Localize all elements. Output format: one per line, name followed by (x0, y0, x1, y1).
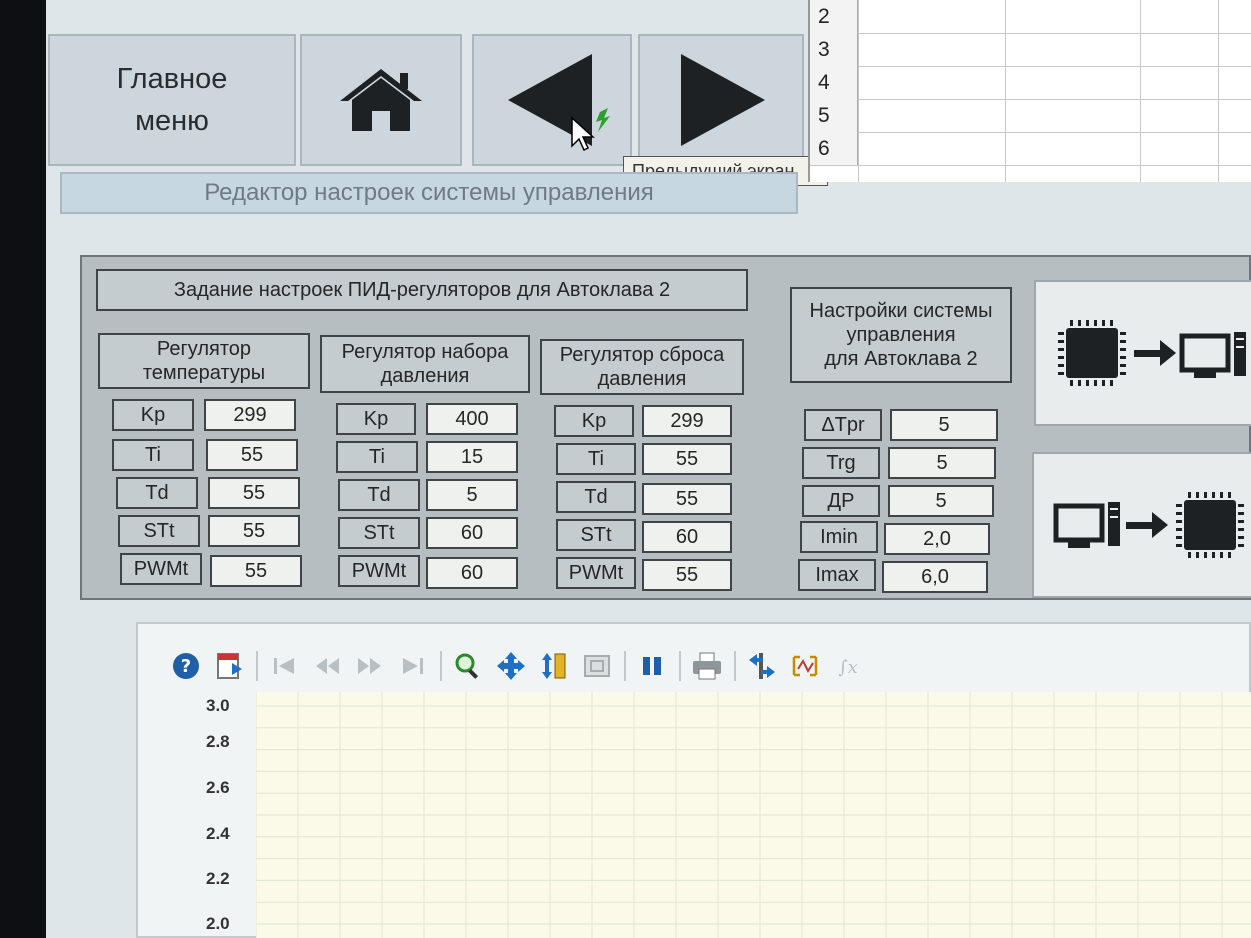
row-number: 4 (810, 66, 858, 99)
param-label: Kp (112, 399, 194, 431)
trend-chart: ? ∫x 3.0 2.8 2.6 2.4 2.2 2.0 (136, 622, 1251, 938)
zoom-icon[interactable] (450, 648, 486, 684)
temperature-regulator-header: Регулятор температуры (98, 333, 310, 389)
y-tick-label: 2.6 (206, 778, 230, 797)
imin-field[interactable]: 2,0 (884, 523, 990, 555)
y-tick-label: 2.2 (206, 869, 230, 888)
param-label: Td (116, 477, 198, 509)
trg-field[interactable]: 5 (888, 447, 996, 479)
chart-grid (255, 692, 1251, 938)
param-label: Ti (336, 441, 418, 473)
main-menu-button[interactable]: Главное меню (48, 34, 296, 166)
imax-field[interactable]: 6,0 (882, 561, 988, 593)
vertical-scale-icon[interactable] (536, 648, 572, 684)
home-button[interactable] (300, 34, 462, 166)
param-label: Td (556, 481, 636, 513)
pressure-set-regulator-header: Регулятор набора давления (320, 335, 530, 393)
system-settings-header: Настройки системы управления для Автокла… (790, 287, 1012, 383)
y-tick-label: 2.0 (206, 914, 230, 933)
next-screen-button[interactable] (638, 34, 804, 166)
param-label: Imin (800, 521, 878, 553)
controller-to-pc-icon (1058, 320, 1246, 386)
cursor-icon (571, 108, 610, 152)
delta-tpr-field[interactable]: 5 (890, 409, 998, 441)
last-icon[interactable] (395, 648, 431, 684)
formula-icon[interactable]: ∫x (830, 648, 866, 684)
param-label: Ti (112, 439, 194, 471)
pressure-release-regulator-header: Регулятор сброса давления (540, 339, 744, 395)
pressure-release-stt-field[interactable]: 60 (642, 521, 732, 553)
pressure-set-pwmt-field[interactable]: 60 (426, 557, 518, 589)
temperature-pwmt-field[interactable]: 55 (210, 555, 302, 587)
print-icon[interactable] (689, 648, 725, 684)
svg-text:∫x: ∫x (838, 657, 858, 678)
param-label: Kp (554, 405, 634, 437)
fit-icon[interactable] (579, 648, 615, 684)
param-label: ДP (802, 485, 880, 517)
temperature-stt-field[interactable]: 55 (208, 515, 300, 547)
temperature-kp-field[interactable]: 299 (204, 399, 296, 431)
sheet-row[interactable]: 4 (810, 66, 1251, 100)
svg-text:?: ? (181, 656, 191, 677)
param-label: STt (338, 517, 420, 549)
sheet-row[interactable]: 3 (810, 33, 1251, 67)
param-label: Imax (798, 559, 876, 591)
pressure-set-kp-field[interactable]: 400 (426, 403, 518, 435)
param-label: PWMt (338, 555, 420, 587)
swap-icon[interactable] (744, 648, 780, 684)
cursor-icon[interactable] (787, 648, 823, 684)
param-label: Kp (336, 403, 416, 435)
pressure-set-td-field[interactable]: 5 (426, 479, 518, 511)
param-label: STt (118, 515, 200, 547)
first-icon[interactable] (266, 648, 302, 684)
pressure-set-ti-field[interactable]: 15 (426, 441, 518, 473)
read-from-controller-button[interactable] (1034, 280, 1251, 426)
pid-title: Задание настроек ПИД-регуляторов для Авт… (96, 269, 748, 311)
home-icon (340, 69, 422, 131)
pressure-release-td-field[interactable]: 55 (642, 483, 732, 515)
pressure-release-pwmt-field[interactable]: 55 (642, 559, 732, 591)
pressure-set-stt-field[interactable]: 60 (426, 517, 518, 549)
scada-screen: Главное меню Предыдущий экран 2 3 4 5 6 … (46, 0, 1251, 938)
pause-icon[interactable] (634, 648, 670, 684)
param-label: ΔTpr (804, 409, 882, 441)
param-label: Ti (556, 443, 636, 475)
pressure-release-ti-field[interactable]: 55 (642, 443, 732, 475)
param-label: PWMt (556, 557, 636, 589)
temperature-td-field[interactable]: 55 (208, 477, 300, 509)
y-tick-label: 2.4 (206, 824, 230, 843)
plot-area[interactable] (255, 692, 1251, 938)
spreadsheet: 2 3 4 5 6 (808, 0, 1251, 182)
pan-icon[interactable] (493, 648, 529, 684)
help-icon[interactable]: ? (168, 648, 204, 684)
row-number: 6 (810, 132, 858, 165)
export-icon[interactable] (211, 648, 247, 684)
triangle-right-icon (681, 54, 765, 146)
main-menu-label: Главное меню (116, 63, 228, 137)
param-label: PWMt (120, 553, 202, 585)
sheet-row[interactable]: 2 (810, 0, 1251, 34)
forward-icon[interactable] (352, 648, 388, 684)
param-label: Trg (802, 447, 880, 479)
dp-field[interactable]: 5 (888, 485, 994, 517)
param-label: Td (338, 479, 420, 511)
y-tick-label: 2.8 (206, 732, 230, 751)
editor-title: Редактор настроек системы управления (60, 172, 798, 214)
write-to-controller-button[interactable] (1032, 452, 1251, 598)
rewind-icon[interactable] (309, 648, 345, 684)
row-number: 2 (810, 0, 858, 33)
y-tick-label: 3.0 (206, 696, 230, 715)
chart-toolbar: ? ∫x (138, 642, 1251, 690)
pressure-release-kp-field[interactable]: 299 (642, 405, 732, 437)
param-label: STt (556, 519, 636, 551)
temperature-ti-field[interactable]: 55 (206, 439, 298, 471)
pc-to-controller-icon (1053, 492, 1244, 558)
row-number: 3 (810, 33, 858, 66)
row-number: 5 (810, 99, 858, 132)
sheet-row[interactable]: 6 (810, 132, 1251, 166)
sheet-row[interactable]: 5 (810, 99, 1251, 133)
